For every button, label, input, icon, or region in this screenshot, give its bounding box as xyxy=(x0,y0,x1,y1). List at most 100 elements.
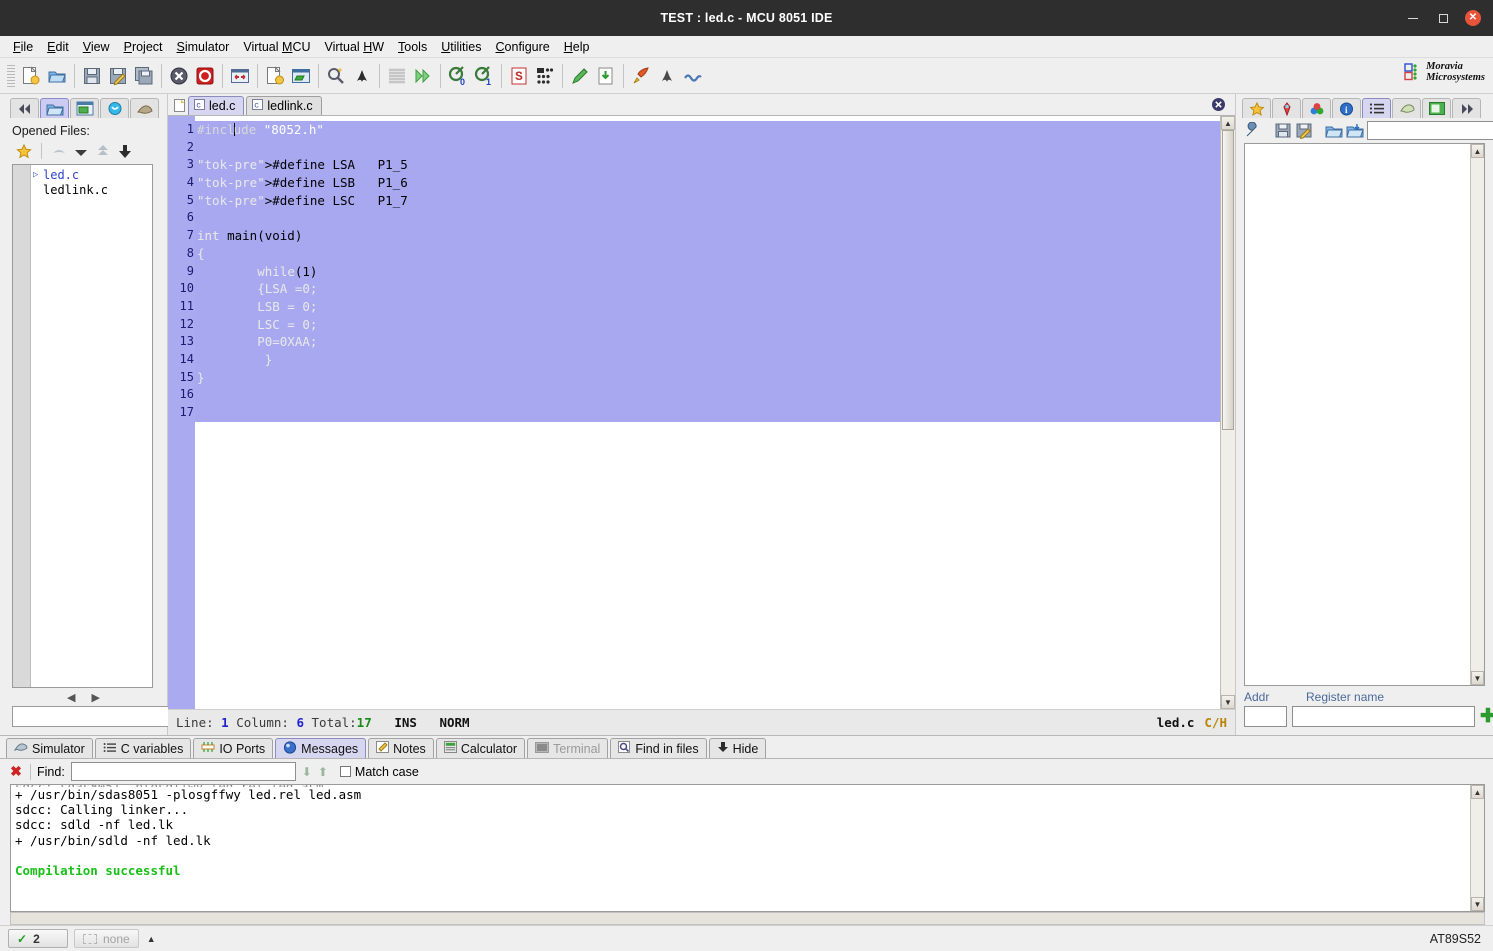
messages-console-text[interactable]: sdcc: sdas8051 -plosgffwy led.rel led.as… xyxy=(11,785,1470,911)
right-dock-bookmarks-tab[interactable] xyxy=(1242,98,1271,118)
bottom-tab-c-variables[interactable]: C variables xyxy=(94,738,192,758)
scroll-up-arrow-icon[interactable]: ▲ xyxy=(1221,116,1235,130)
hex-editor-icon[interactable]: S xyxy=(506,62,532,90)
console-scroll-up-icon[interactable]: ▲ xyxy=(1471,785,1484,799)
left-dock-opened-files-tab[interactable] xyxy=(40,98,69,118)
menu-item-file[interactable]: File xyxy=(6,38,40,56)
bottom-tab-messages[interactable]: Messages xyxy=(275,738,367,758)
new-project-icon[interactable] xyxy=(262,62,288,90)
bottom-tab-find-in-files[interactable]: Find in files xyxy=(610,738,707,758)
right-dock-import-icon[interactable] xyxy=(1346,121,1364,140)
bottom-tab-calculator[interactable]: Calculator xyxy=(435,738,526,758)
registers-vertical-scrollbar[interactable]: ▲ ▼ xyxy=(1470,144,1484,685)
maximize-button[interactable] xyxy=(1435,10,1451,26)
menu-item-help[interactable]: Help xyxy=(557,38,597,56)
editor-scroll-track[interactable] xyxy=(1221,130,1235,695)
compile-icon[interactable] xyxy=(349,62,375,90)
find-prev-icon[interactable]: ⬇ xyxy=(302,765,312,779)
code-text-area[interactable]: #include "8052.h" "tok-pre">#define LSA … xyxy=(195,116,1220,709)
list-item[interactable]: ledlink.c xyxy=(31,182,152,197)
close-find-icon[interactable]: ✖ xyxy=(8,763,24,780)
right-dock-save-icon[interactable] xyxy=(1274,121,1292,140)
expand-status-icon[interactable]: ▲ xyxy=(147,934,156,944)
move-down-icon[interactable] xyxy=(71,142,91,160)
menu-item-view[interactable]: View xyxy=(76,38,117,56)
editor-scroll-thumb[interactable] xyxy=(1222,130,1234,430)
open-project-icon[interactable] xyxy=(288,62,314,90)
menu-item-virtual-mcu[interactable]: Virtual MCU xyxy=(236,38,317,56)
menu-item-edit[interactable]: Edit xyxy=(40,38,76,56)
menu-item-utilities[interactable]: Utilities xyxy=(434,38,488,56)
wave-icon[interactable] xyxy=(680,62,706,90)
nav-next-icon[interactable]: ▶ xyxy=(92,691,100,704)
left-dock-tools-tab[interactable] xyxy=(130,98,159,118)
find-icon[interactable] xyxy=(323,62,349,90)
menu-item-simulator[interactable]: Simulator xyxy=(170,38,237,56)
bookmark-icon[interactable] xyxy=(14,142,34,160)
editor-tab-ledlink-c[interactable]: c ledlink.c xyxy=(246,96,322,115)
opened-files-list[interactable]: ▷ led.c ledlink.c xyxy=(31,165,152,687)
console-scroll-down-icon[interactable]: ▼ xyxy=(1471,897,1484,911)
toolbar-grip[interactable] xyxy=(7,64,15,87)
bottom-tab-io-ports[interactable]: IO Ports xyxy=(193,738,274,758)
fullscreen-icon[interactable] xyxy=(227,62,253,90)
register-addr-input[interactable] xyxy=(1244,706,1287,727)
find-input[interactable] xyxy=(70,762,296,781)
expand-arrow-icon[interactable]: ▷ xyxy=(33,170,43,180)
save-file-icon[interactable] xyxy=(79,62,105,90)
selection-status[interactable]: none xyxy=(74,929,139,948)
left-dock-history-back-tab[interactable] xyxy=(10,98,39,118)
menu-item-virtual-hw[interactable]: Virtual HW xyxy=(318,38,392,56)
stop-icon[interactable] xyxy=(192,62,218,90)
right-dock-watches-tab[interactable] xyxy=(1392,98,1421,118)
close-button[interactable]: ✕ xyxy=(1465,10,1481,26)
console-vertical-scrollbar[interactable]: ▲ ▼ xyxy=(1470,785,1484,911)
console-scroll-track[interactable] xyxy=(1471,799,1484,897)
registers-scroll-track[interactable] xyxy=(1471,158,1484,671)
minimize-button[interactable] xyxy=(1405,10,1421,26)
import-icon[interactable] xyxy=(593,62,619,90)
registers-list[interactable] xyxy=(1245,144,1470,685)
console-horizontal-scrollbar[interactable] xyxy=(10,912,1485,925)
right-dock-breakpoints-tab[interactable] xyxy=(1272,98,1301,118)
collapse-icon[interactable] xyxy=(93,142,113,160)
bottom-tab-hide[interactable]: Hide xyxy=(708,738,767,758)
simulator-0-icon[interactable]: 0 xyxy=(445,62,471,90)
move-up-icon[interactable] xyxy=(49,142,69,160)
register-filter-input[interactable] xyxy=(1367,121,1493,140)
rocket-icon[interactable] xyxy=(628,62,654,90)
save-list-icon[interactable] xyxy=(115,142,135,160)
save-as-icon[interactable] xyxy=(105,62,131,90)
nav-prev-icon[interactable]: ◀ xyxy=(67,691,75,704)
right-dock-symbols-tab[interactable] xyxy=(1302,98,1331,118)
left-dock-project-files-tab[interactable] xyxy=(70,98,99,118)
link-icon[interactable] xyxy=(654,62,680,90)
edit-icon[interactable] xyxy=(567,62,593,90)
scroll-down-arrow-icon[interactable]: ▼ xyxy=(1221,695,1235,709)
build-icon[interactable] xyxy=(384,62,410,90)
right-dock-registers-tab[interactable] xyxy=(1362,98,1391,118)
right-dock-save-as-icon[interactable] xyxy=(1295,121,1313,140)
spell-check-status[interactable]: ✓ 2 xyxy=(8,929,68,948)
bottom-tab-simulator[interactable]: Simulator xyxy=(6,738,93,758)
right-dock-messages-tab[interactable] xyxy=(1422,98,1451,118)
editor-vertical-scrollbar[interactable]: ▲ ▼ xyxy=(1220,116,1235,709)
run-icon[interactable] xyxy=(410,62,436,90)
save-all-icon[interactable] xyxy=(131,62,157,90)
editor-tab-led-c[interactable]: c led.c xyxy=(188,96,245,115)
right-dock-settings-icon[interactable] xyxy=(1244,121,1262,140)
right-dock-forward-tab[interactable] xyxy=(1452,98,1481,118)
list-item[interactable]: ▷ led.c xyxy=(31,167,152,182)
close-all-tabs-icon[interactable] xyxy=(1211,97,1227,113)
bottom-tab-terminal[interactable]: Terminal xyxy=(527,738,609,758)
menu-item-tools[interactable]: Tools xyxy=(391,38,434,56)
find-next-icon[interactable]: ⬆ xyxy=(318,765,328,779)
register-name-input[interactable] xyxy=(1292,706,1475,727)
right-dock-info-tab[interactable]: i xyxy=(1332,98,1361,118)
match-case-checkbox[interactable] xyxy=(339,766,351,777)
close-project-icon[interactable] xyxy=(166,62,192,90)
ascii-chart-icon[interactable] xyxy=(532,62,558,90)
open-file-icon[interactable] xyxy=(44,62,70,90)
menu-item-configure[interactable]: Configure xyxy=(489,38,557,56)
simulator-1-icon[interactable]: 1 xyxy=(471,62,497,90)
